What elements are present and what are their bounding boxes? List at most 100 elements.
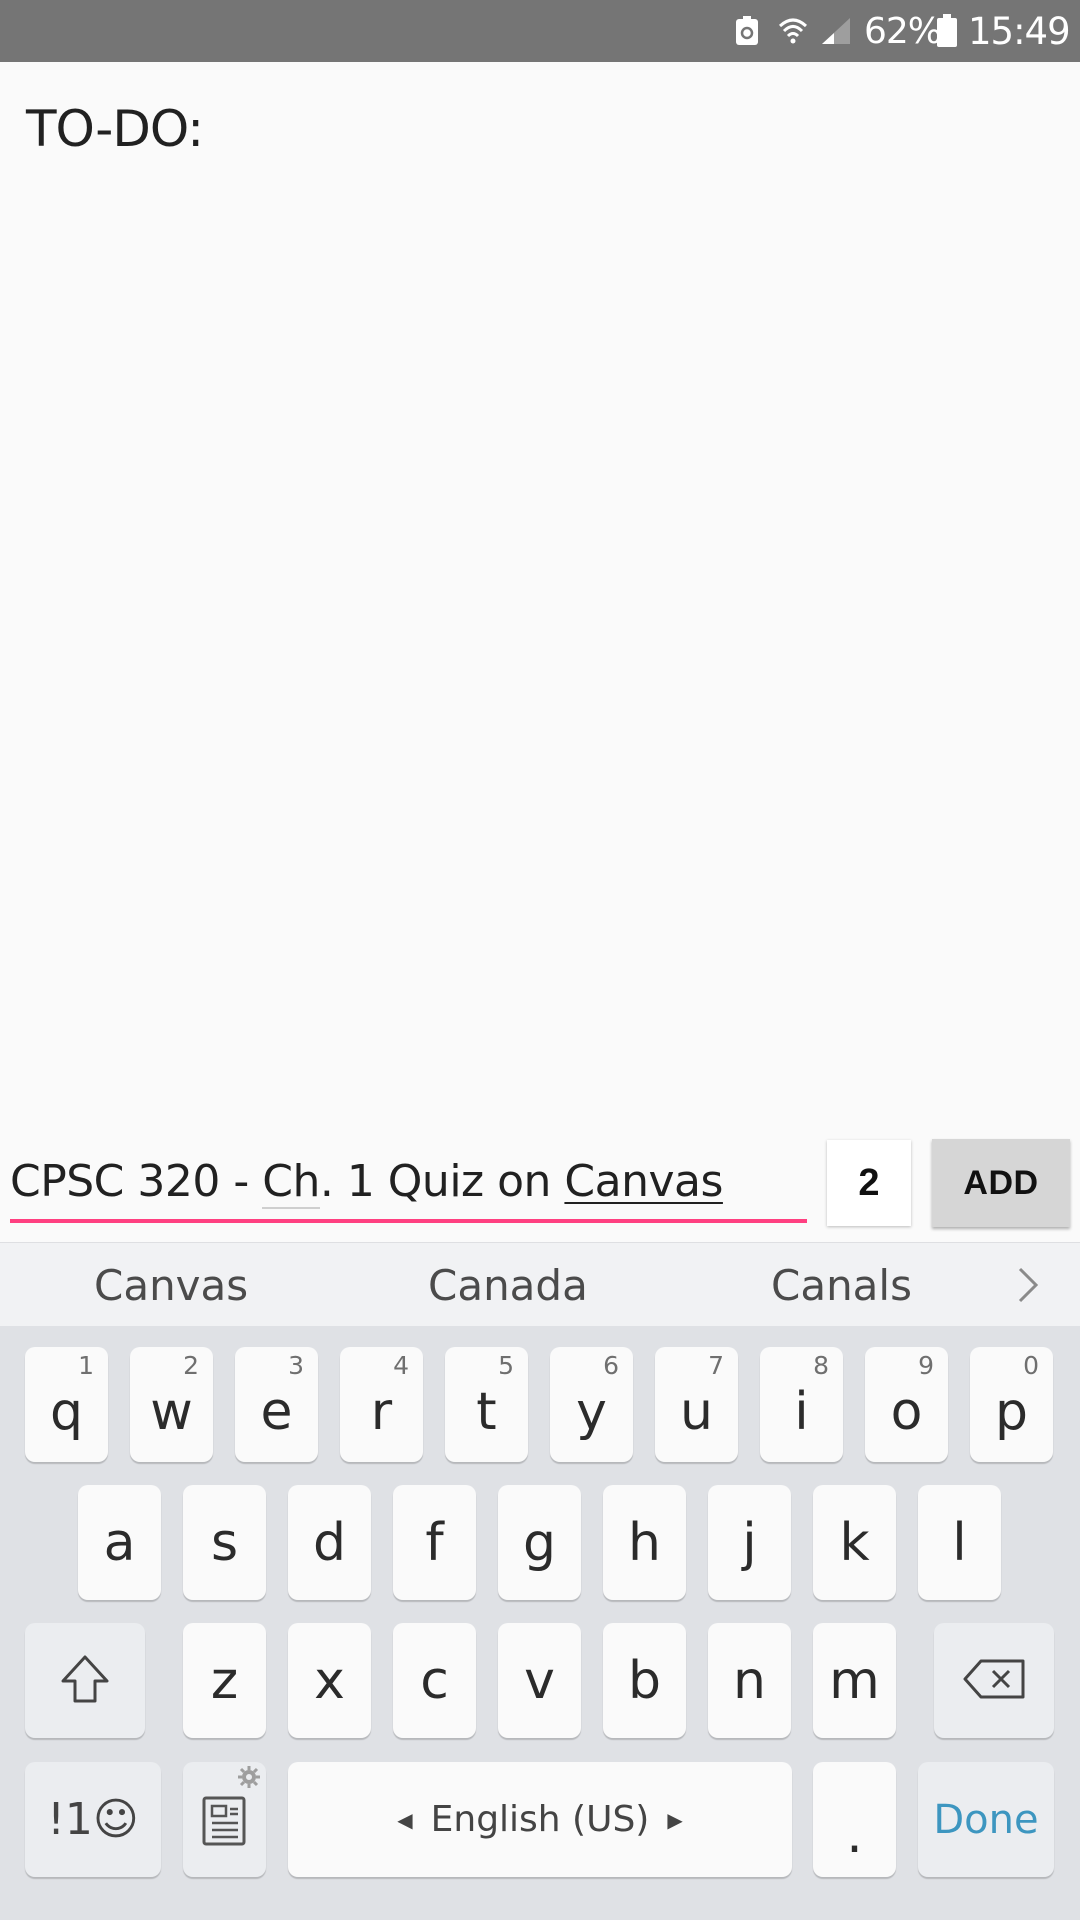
key-o[interactable]: 9o bbox=[865, 1347, 948, 1462]
key-b[interactable]: b bbox=[603, 1623, 686, 1738]
period-key[interactable]: . bbox=[813, 1762, 896, 1877]
clipboard-settings-key[interactable] bbox=[183, 1762, 266, 1877]
language-next-arrow-icon: ▶ bbox=[667, 1807, 683, 1832]
key-n[interactable]: n bbox=[708, 1623, 791, 1738]
wifi-icon bbox=[778, 0, 808, 62]
key-u[interactable]: 7u bbox=[655, 1347, 738, 1462]
key-s[interactable]: s bbox=[183, 1485, 266, 1600]
battery-icon bbox=[936, 0, 958, 62]
key-label: y bbox=[576, 1381, 607, 1442]
add-button[interactable]: ADD bbox=[932, 1139, 1070, 1227]
key-number-hint: 1 bbox=[78, 1351, 94, 1380]
key-m[interactable]: m bbox=[813, 1623, 896, 1738]
key-z[interactable]: z bbox=[183, 1623, 266, 1738]
key-label: m bbox=[829, 1650, 880, 1711]
space-key-content: ◀ English (US) ▶ bbox=[397, 1799, 683, 1840]
key-label: b bbox=[627, 1650, 661, 1711]
key-label: s bbox=[210, 1512, 239, 1573]
key-label: x bbox=[314, 1650, 345, 1711]
key-i[interactable]: 8i bbox=[760, 1347, 843, 1462]
key-d[interactable]: d bbox=[288, 1485, 371, 1600]
key-y[interactable]: 6y bbox=[550, 1347, 633, 1462]
key-label: z bbox=[210, 1650, 239, 1711]
key-label: l bbox=[952, 1512, 967, 1573]
symbols-emoji-key[interactable]: !1☺ bbox=[25, 1762, 161, 1877]
key-label: g bbox=[522, 1512, 556, 1573]
key-number-hint: 8 bbox=[813, 1351, 829, 1380]
status-bar: 62% 15:49 bbox=[0, 0, 1080, 62]
key-t[interactable]: 5t bbox=[445, 1347, 528, 1462]
key-label: t bbox=[476, 1381, 497, 1442]
task-text-segment: Ch bbox=[262, 1156, 320, 1209]
key-j[interactable]: j bbox=[708, 1485, 791, 1600]
key-e[interactable]: 3e bbox=[235, 1347, 318, 1462]
key-a[interactable]: a bbox=[78, 1485, 161, 1600]
key-number-hint: 3 bbox=[288, 1351, 304, 1380]
key-number-hint: 6 bbox=[603, 1351, 619, 1380]
page-title: TO-DO: bbox=[26, 100, 204, 158]
task-input-text[interactable]: CPSC 320 - Ch. 1 Quiz on Canvas bbox=[10, 1156, 723, 1209]
key-label: a bbox=[103, 1512, 136, 1573]
key-r[interactable]: 4r bbox=[340, 1347, 423, 1462]
task-input[interactable]: CPSC 320 - Ch. 1 Quiz on Canvas bbox=[10, 1150, 807, 1226]
key-number-hint: 5 bbox=[498, 1351, 514, 1380]
key-number-hint: 4 bbox=[393, 1351, 409, 1380]
priority-field[interactable]: 2 bbox=[827, 1140, 911, 1226]
key-number-hint: 0 bbox=[1023, 1351, 1039, 1380]
key-label: d bbox=[312, 1512, 346, 1573]
key-label: v bbox=[524, 1650, 555, 1711]
key-p[interactable]: 0p bbox=[970, 1347, 1053, 1462]
task-text-segment: . 1 Quiz on bbox=[319, 1156, 565, 1207]
space-key[interactable]: ◀ English (US) ▶ bbox=[288, 1762, 792, 1877]
suggestion-2[interactable]: Canada bbox=[428, 1243, 588, 1327]
key-label: n bbox=[733, 1650, 766, 1711]
backspace-icon bbox=[961, 1657, 1027, 1705]
key-label: k bbox=[839, 1512, 870, 1573]
key-label: c bbox=[420, 1650, 449, 1711]
clipboard-icon bbox=[200, 1788, 250, 1852]
key-label: q bbox=[49, 1381, 83, 1442]
key-l[interactable]: l bbox=[918, 1485, 1001, 1600]
key-label: i bbox=[794, 1381, 809, 1442]
suggestion-1[interactable]: Canvas bbox=[94, 1243, 248, 1327]
gear-icon bbox=[238, 1766, 260, 1792]
space-language-label: English (US) bbox=[430, 1799, 650, 1840]
key-c[interactable]: c bbox=[393, 1623, 476, 1738]
backspace-key[interactable] bbox=[934, 1623, 1054, 1738]
key-number-hint: 9 bbox=[918, 1351, 934, 1380]
key-label: j bbox=[742, 1512, 757, 1573]
key-label: p bbox=[994, 1381, 1028, 1442]
symbols-emoji-label: !1☺ bbox=[47, 1794, 139, 1845]
key-number-hint: 7 bbox=[708, 1351, 724, 1380]
key-g[interactable]: g bbox=[498, 1485, 581, 1600]
key-label: u bbox=[680, 1381, 713, 1442]
keyboard: 1q 2w 3e 4r 5t 6y 7u 8i 9o 0p a s d f g … bbox=[0, 1326, 1080, 1920]
suggestion-3[interactable]: Canals bbox=[771, 1243, 912, 1327]
key-h[interactable]: h bbox=[603, 1485, 686, 1600]
clock: 15:49 bbox=[968, 9, 1071, 53]
key-number-hint: 2 bbox=[183, 1351, 199, 1380]
shift-key[interactable] bbox=[25, 1623, 145, 1738]
key-label: o bbox=[890, 1381, 923, 1442]
composing-word: Canvas bbox=[564, 1156, 723, 1207]
signal-icon bbox=[820, 0, 852, 62]
key-k[interactable]: k bbox=[813, 1485, 896, 1600]
key-label: f bbox=[425, 1512, 444, 1573]
suggestion-bar: Canvas Canada Canals bbox=[0, 1242, 1080, 1327]
key-v[interactable]: v bbox=[498, 1623, 581, 1738]
key-f[interactable]: f bbox=[393, 1485, 476, 1600]
key-label: r bbox=[370, 1381, 393, 1442]
more-suggestions-chevron-icon[interactable] bbox=[1016, 1243, 1042, 1327]
shift-arrow-icon bbox=[57, 1651, 113, 1711]
done-label: Done bbox=[933, 1796, 1039, 1843]
key-label: e bbox=[260, 1381, 293, 1442]
key-label: h bbox=[628, 1512, 661, 1573]
done-key[interactable]: Done bbox=[918, 1762, 1054, 1877]
key-label: . bbox=[846, 1804, 863, 1865]
key-w[interactable]: 2w bbox=[130, 1347, 213, 1462]
key-q[interactable]: 1q bbox=[25, 1347, 108, 1462]
key-x[interactable]: x bbox=[288, 1623, 371, 1738]
battery-percent: 62% bbox=[864, 10, 942, 52]
language-prev-arrow-icon: ◀ bbox=[397, 1807, 413, 1832]
input-focus-underline bbox=[10, 1219, 807, 1223]
